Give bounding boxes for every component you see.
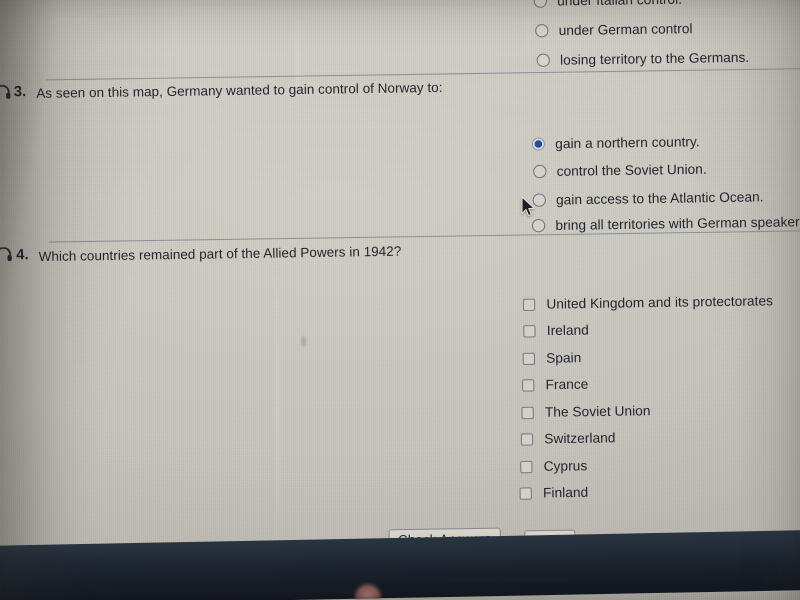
checkbox-option-ireland[interactable]: Ireland [523, 322, 589, 338]
radio-option-label: gain access to the Atlantic Ocean. [555, 189, 764, 208]
radio-option-label: control the Soviet Union. [556, 161, 707, 179]
radio-indicator[interactable] [535, 23, 549, 38]
question-number: 3. [13, 83, 27, 101]
checkbox-indicator[interactable] [522, 352, 536, 365]
radio-option-label: under German control [558, 20, 693, 39]
radio-indicator[interactable] [533, 0, 548, 8]
checkbox-option-the-soviet-union[interactable]: The Soviet Union [521, 402, 651, 420]
radio-option[interactable]: under Italian control. [533, 0, 682, 9]
checkbox-indicator[interactable] [520, 460, 533, 473]
question-text: Which countries remained part of the All… [38, 243, 402, 265]
checkbox-option-label: The Soviet Union [544, 402, 651, 420]
radio-indicator[interactable] [531, 137, 546, 151]
radio-option-control-the-soviet-union[interactable]: control the Soviet Union. [533, 161, 707, 179]
checkbox-indicator[interactable] [519, 486, 532, 500]
radio-option-label: under Italian control. [557, 0, 682, 9]
checkbox-indicator[interactable] [521, 378, 535, 392]
checkbox-indicator[interactable] [522, 298, 536, 311]
question-number: 4. [16, 246, 29, 264]
question-divider [48, 230, 800, 243]
checkbox-option-cyprus[interactable]: Cyprus [520, 458, 587, 474]
radio-indicator[interactable] [531, 218, 546, 233]
checkbox-indicator[interactable] [520, 432, 534, 446]
checkbox-option-finland[interactable]: Finland [519, 484, 588, 500]
photographed-screen: under Italian control. under German cont… [0, 0, 800, 600]
quiz-content: under Italian control. under German cont… [0, 0, 800, 600]
radio-indicator[interactable] [533, 164, 547, 179]
checkbox-option-united-kingdom-and-its-protectorates[interactable]: United Kingdom and its protectorates [522, 293, 774, 312]
radio-option[interactable]: losing territory to the Germans. [536, 49, 750, 68]
checkbox-option-switzerland[interactable]: Switzerland [520, 430, 616, 447]
question-divider [46, 68, 800, 81]
radio-option-gain-access-to-the-atlantic-ocean[interactable]: gain access to the Atlantic Ocean. [532, 189, 764, 208]
question-text: As seen on this map, Germany wanted to g… [36, 79, 443, 101]
headphone-icon[interactable] [0, 85, 11, 100]
bezel-reflection [354, 582, 381, 599]
radio-indicator[interactable] [532, 193, 546, 207]
checkbox-option-label: Spain [546, 349, 582, 366]
checkbox-option-label: Switzerland [544, 430, 616, 447]
radio-indicator[interactable] [536, 53, 551, 68]
checkbox-option-label: Cyprus [543, 457, 588, 474]
radio-option[interactable]: under German control [535, 21, 693, 39]
checkbox-option-label: United Kingdom and its protectorates [546, 293, 774, 312]
checkbox-option-label: France [545, 376, 589, 393]
checkbox-option-spain[interactable]: Spain [522, 349, 582, 366]
headphone-icon[interactable] [0, 247, 12, 262]
radio-option-label: gain a northern country. [555, 133, 700, 152]
checkbox-indicator[interactable] [521, 406, 534, 419]
radio-option-gain-a-northern-country[interactable]: gain a northern country. [531, 133, 700, 152]
checkbox-indicator[interactable] [523, 324, 536, 338]
checkbox-option-label: Finland [542, 484, 589, 501]
checkbox-option-france[interactable]: France [521, 376, 589, 393]
radio-option-label: losing territory to the Germans. [559, 49, 750, 68]
checkbox-option-label: Ireland [546, 322, 590, 339]
